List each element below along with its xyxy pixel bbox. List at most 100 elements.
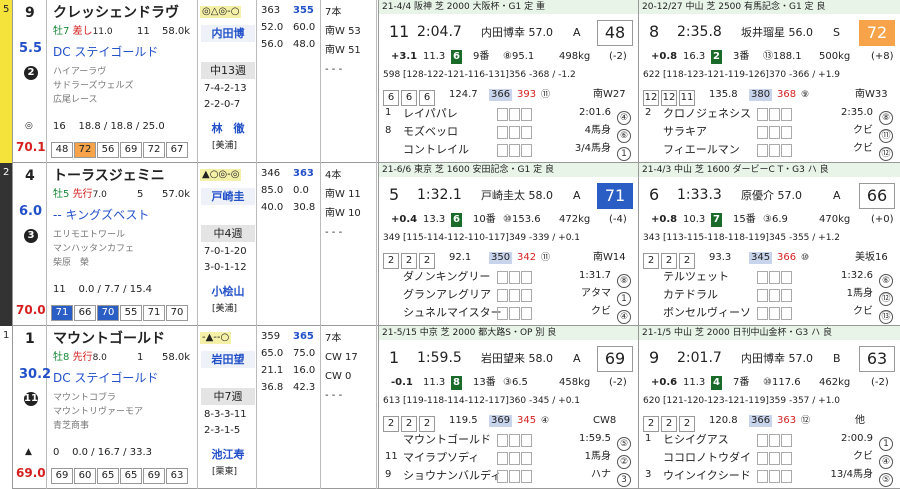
- sire[interactable]: DC ステイゴールド: [53, 372, 158, 384]
- popularity-odds: ③6.9: [763, 214, 788, 225]
- result-horse[interactable]: シュネルマイスター: [403, 307, 502, 318]
- result-horse[interactable]: ココロノトウダイ: [663, 452, 751, 463]
- horse-name[interactable]: マウントゴールド: [53, 332, 165, 346]
- stats-col: 346 363 85.0 0.0 40.0 30.8: [257, 163, 321, 326]
- record-1: 7-4-2-13: [204, 83, 247, 94]
- result-horse[interactable]: レイパパレ: [403, 108, 458, 119]
- rank-box: [757, 470, 768, 483]
- corner-position: 2: [383, 416, 399, 432]
- frame-cell: 2: [0, 163, 13, 326]
- horse-name[interactable]: クレッシェンドラヴ: [53, 6, 179, 20]
- rank-box: [497, 108, 508, 121]
- trainer-name[interactable]: 小桧山: [201, 283, 255, 300]
- result-horse[interactable]: マイラプソディ: [403, 452, 479, 463]
- rating-cell: 66: [74, 305, 96, 321]
- jockey-name[interactable]: 岩田望: [201, 351, 255, 368]
- result-horse[interactable]: ショウナンバルディ: [403, 470, 501, 481]
- last-3f-rank: ⑨: [801, 90, 810, 100]
- result-horse[interactable]: ボンセルヴィーソ: [663, 307, 751, 318]
- race-rating: 72: [859, 20, 895, 46]
- result-horse[interactable]: カテドラル: [663, 289, 718, 300]
- result-popularity: ⑥: [617, 125, 631, 143]
- lap-times: 598 [128-122-121-116-131]356 -368 / -1.2: [383, 70, 576, 80]
- training-entry: 南W 11: [325, 189, 361, 200]
- jockey-name[interactable]: 戸崎圭: [201, 188, 255, 205]
- prediction-marks: -▲--○: [200, 332, 232, 344]
- finish-position: 9: [649, 348, 660, 367]
- result-horse[interactable]: サラキア: [663, 126, 707, 137]
- training-col: 7本 南W 53 南W 51 - - -: [321, 0, 377, 163]
- trainer-name[interactable]: 林 徹: [201, 120, 255, 137]
- result-horse[interactable]: ヒシイグアス: [663, 434, 729, 445]
- ratings-header: 16 18.8 / 18.8 / 25.0: [53, 121, 165, 132]
- rank-box: [497, 452, 508, 465]
- past-race-2[interactable]: 21-4/3 中山 芝 1600 ダービーC T・G3 ハ 良 6 1:33.3…: [638, 163, 900, 326]
- jockey-col: ▲○◎-◎ 戸崎圭 中4週 7-0-1-20 3-0-1-12 小桧山 [美浦]: [197, 163, 257, 326]
- gate-frame: 6: [451, 213, 462, 227]
- stat-row: 363: [261, 5, 281, 16]
- result-horse[interactable]: コントレイル: [403, 144, 469, 155]
- last-3f: 345: [749, 252, 773, 264]
- rating-cell: 55: [120, 305, 142, 321]
- past-race-1[interactable]: 21-4/4 阪神 芝 2000 大阪杯・G1 定 重 11 2:04.7 内田…: [378, 0, 639, 163]
- rank-box: [781, 452, 792, 465]
- odds: 5.5: [19, 41, 43, 56]
- corner-position: 2: [643, 253, 659, 269]
- past-race-1[interactable]: 21-5/15 中京 芝 2000 都大路S・OP 別 良 1 1:59.5 岩…: [378, 326, 639, 489]
- horse-row[interactable]: 2 4 6.0 3 70.0 トーラスジェミニ 牡5 先行7.0 5 57.0k…: [0, 163, 900, 326]
- race-header: 21-6/6 東京 芝 1600 安田記念・G1 定 良: [379, 163, 639, 177]
- past-race-1[interactable]: 21-6/6 東京 芝 1600 安田記念・G1 定 良 5 1:32.1 戸崎…: [378, 163, 639, 326]
- horse-name[interactable]: トーラスジェミニ: [53, 169, 165, 183]
- pace-mark: A: [573, 352, 581, 365]
- corner-position: 6: [383, 90, 399, 106]
- time-diff: -0.1: [391, 377, 413, 388]
- result-rank-boxes: [497, 144, 533, 160]
- horse-row[interactable]: 1 1 30.2 11 ▲ 69.0 マウントゴールド 牡8 先行8.0 1 5…: [0, 326, 900, 489]
- pace-mark: A: [833, 189, 841, 202]
- result-horse[interactable]: グランアレグリア: [403, 289, 491, 300]
- race-rating: 69: [597, 346, 633, 372]
- jockey-name[interactable]: 内田博: [201, 25, 255, 42]
- rating-cell: 65: [97, 468, 119, 484]
- stat-row: 40.0: [261, 202, 284, 213]
- carried-weight: 58.0k: [162, 26, 191, 37]
- corner-positions: 222: [383, 413, 437, 432]
- result-rank: 1: [645, 433, 652, 444]
- sire[interactable]: -- キングズベスト: [53, 209, 149, 221]
- corner-extra: 92.1: [449, 252, 472, 263]
- rank-box: [521, 126, 532, 139]
- body-weight-diff: (+0): [871, 214, 894, 225]
- popularity-odds: ⑩117.6: [763, 377, 801, 388]
- result-horse[interactable]: ウインイクシード: [663, 470, 751, 481]
- race-jockey: 坂井瑠星 56.0: [741, 26, 813, 39]
- interval: 中7週: [201, 388, 255, 405]
- result-horse[interactable]: モズベッロ: [403, 126, 458, 137]
- result-horse[interactable]: マウントゴールド: [403, 434, 491, 445]
- result-rank-boxes: [497, 126, 533, 142]
- past-race-2[interactable]: 20-12/27 中山 芝 2500 有馬記念・G1 定 良 8 2:35.8 …: [638, 0, 900, 163]
- result-horse[interactable]: クロノジェネシス: [663, 108, 751, 119]
- last-3f-rank: ⑪: [541, 90, 551, 100]
- stat-row: 36.8: [261, 382, 284, 393]
- result-horse[interactable]: テルツェット: [663, 271, 729, 282]
- record-2: 2-3-1-5: [204, 425, 241, 436]
- horse-row[interactable]: 5 9 5.5 2 ◎ 70.1 クレッシェンドラヴ 牡7 差し11.0 11 …: [0, 0, 900, 163]
- trainer-name[interactable]: 池江寿: [201, 446, 255, 463]
- last-3f-2: 342: [517, 252, 537, 263]
- result-horse[interactable]: ダノンキングリー: [403, 271, 490, 282]
- result-rank-boxes: [497, 289, 533, 305]
- corner-position: 2: [643, 416, 659, 432]
- result-horse[interactable]: フィエールマン: [663, 144, 740, 155]
- body-weight-diff: (-2): [609, 377, 627, 388]
- stats-col: 359 365 65.0 75.0 21.1 16.0 36.8 42.3: [257, 326, 321, 489]
- sire[interactable]: DC ステイゴールド: [53, 46, 158, 58]
- total-score: 70.0: [16, 303, 46, 317]
- rank-box: [497, 126, 508, 139]
- rank-box: [757, 452, 768, 465]
- horse-info: マウントゴールド 牡8 先行8.0 1 58.0k DC ステイゴールド マウン…: [47, 326, 197, 489]
- past-race-2[interactable]: 21-1/5 中山 芝 2000 日刊中山金杯・G3 ハ 良 9 2:01.7 …: [638, 326, 900, 489]
- result-margin: アタマ: [581, 288, 611, 299]
- result-rank-boxes: [757, 307, 793, 323]
- result-popularity: ⑪: [879, 125, 893, 143]
- training-entry: 南W 53: [325, 26, 361, 37]
